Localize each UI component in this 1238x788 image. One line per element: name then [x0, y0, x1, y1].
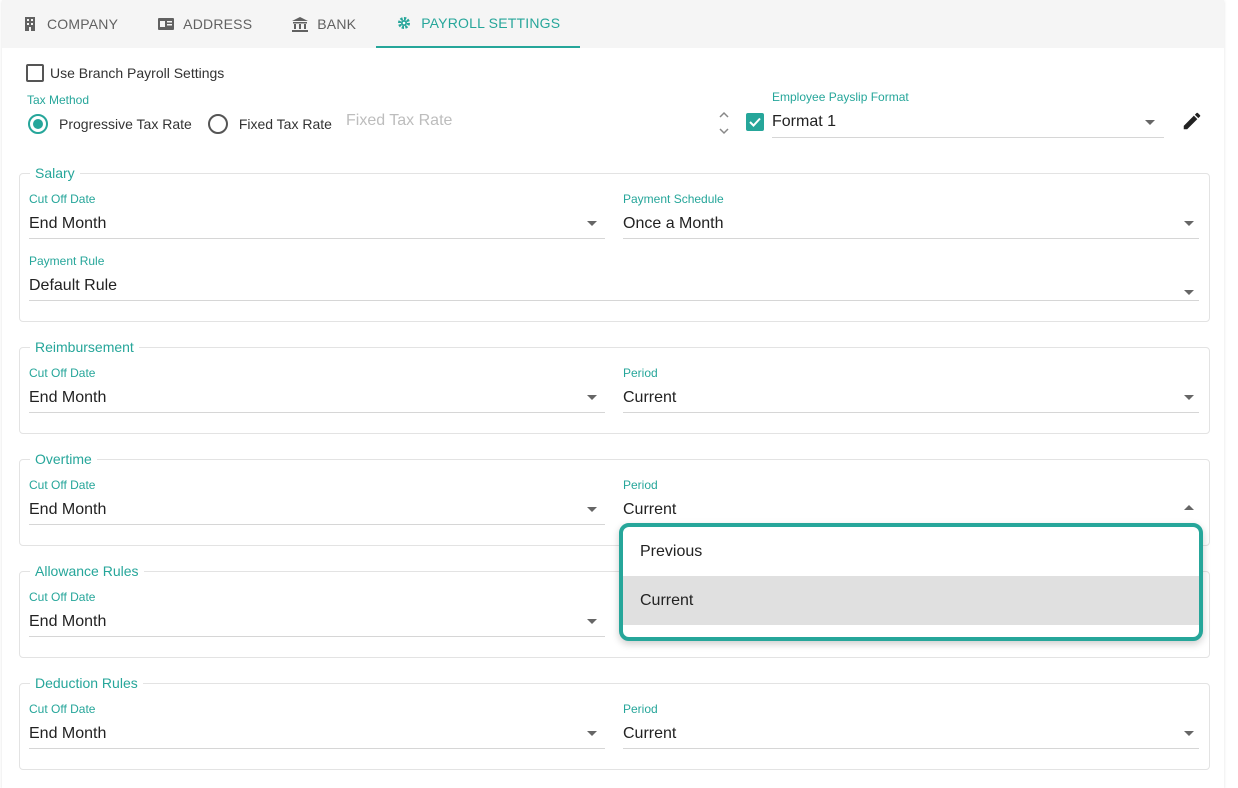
gear-icon	[396, 15, 412, 31]
tab-payroll-settings[interactable]: PAYROLL SETTINGS	[376, 0, 581, 48]
payslip-format-checkbox[interactable]	[746, 113, 764, 131]
reimbursement-section: Reimbursement Cut Off Date End Month Per…	[19, 339, 1210, 434]
tab-bar: COMPANY ADDRESS BANK PAYROLL SETTINGS	[2, 0, 1224, 48]
fixed-tax-rate-option[interactable]: Fixed Tax Rate	[207, 114, 332, 134]
deduction-rules-section: Deduction Rules Cut Off Date End Month P…	[19, 675, 1210, 770]
deduction-period-value: Current	[623, 725, 677, 742]
reimbursement-period-label: Period	[623, 366, 658, 380]
chevron-down-icon	[587, 221, 597, 226]
fixed-tax-rate-input[interactable]: Fixed Tax Rate	[346, 112, 734, 136]
bank-icon	[292, 16, 309, 32]
tab-bank[interactable]: BANK	[272, 0, 376, 48]
chevron-down-icon	[1184, 290, 1194, 295]
reimbursement-period-select[interactable]: Current	[623, 384, 1199, 413]
chevron-down-icon	[1145, 120, 1155, 125]
tab-address-label: ADDRESS	[183, 16, 253, 32]
overtime-period-value: Current	[623, 501, 677, 518]
dropdown-option-previous[interactable]: Previous	[623, 527, 1199, 576]
overtime-cutoff-value: End Month	[29, 501, 107, 518]
edit-pencil-icon[interactable]	[1181, 110, 1203, 132]
payslip-format-label: Employee Payslip Format	[772, 90, 909, 104]
tab-bank-label: BANK	[317, 16, 357, 32]
chevron-up-icon	[1184, 505, 1194, 510]
chevron-down-icon	[587, 395, 597, 400]
salary-section: Salary Cut Off Date End Month Payment Sc…	[19, 165, 1210, 322]
salary-schedule-label: Payment Schedule	[623, 192, 724, 206]
tab-payroll-settings-label: PAYROLL SETTINGS	[421, 15, 561, 31]
allowance-rules-title: Allowance Rules	[30, 563, 144, 579]
overtime-period-select[interactable]: Current	[623, 496, 1199, 525]
reimbursement-cutoff-select[interactable]: End Month	[29, 384, 605, 413]
deduction-cutoff-value: End Month	[29, 725, 107, 742]
tax-method-label: Tax Method	[27, 93, 90, 107]
dropdown-option-current[interactable]: Current	[623, 576, 1199, 625]
chevron-down-icon	[587, 731, 597, 736]
tab-company[interactable]: COMPANY	[2, 0, 138, 48]
building-icon	[22, 16, 38, 32]
payroll-settings-card: COMPANY ADDRESS BANK PAYROLL SETTINGS Us…	[2, 0, 1224, 788]
payment-schedule-select[interactable]: Once a Month	[623, 210, 1199, 239]
salary-cutoff-value: End Month	[29, 215, 107, 232]
overtime-period-label: Period	[623, 478, 658, 492]
use-branch-payroll-checkbox[interactable]: Use Branch Payroll Settings	[26, 64, 224, 82]
payment-rule-select[interactable]: Default Rule	[29, 272, 1199, 301]
check-icon	[749, 117, 761, 127]
progressive-tax-rate-option[interactable]: Progressive Tax Rate	[28, 114, 192, 134]
payslip-format-select[interactable]: Format 1	[772, 110, 1164, 138]
reimbursement-cutoff-label: Cut Off Date	[29, 366, 96, 380]
deduction-period-select[interactable]: Current	[623, 720, 1199, 749]
payslip-format-value: Format 1	[772, 113, 837, 130]
overtime-cutoff-select[interactable]: End Month	[29, 496, 605, 525]
payment-rule-value: Default Rule	[29, 277, 118, 294]
tab-company-label: COMPANY	[47, 16, 119, 32]
salary-cutoff-label: Cut Off Date	[29, 192, 96, 206]
overtime-cutoff-label: Cut Off Date	[29, 478, 96, 492]
spinner-arrows-icon	[719, 111, 729, 135]
salary-title: Salary	[30, 165, 80, 181]
payment-schedule-value: Once a Month	[623, 215, 724, 232]
reimbursement-title: Reimbursement	[30, 339, 139, 355]
use-branch-payroll-label: Use Branch Payroll Settings	[50, 65, 225, 81]
deduction-rules-title: Deduction Rules	[30, 675, 143, 691]
tax-method-radio-group: Progressive Tax Rate Fixed Tax Rate	[28, 114, 348, 134]
overtime-title: Overtime	[30, 451, 97, 467]
dropdown-option-label: Current	[640, 591, 694, 609]
chevron-down-icon	[587, 619, 597, 624]
fixed-tax-label: Fixed Tax Rate	[238, 116, 332, 132]
tab-address[interactable]: ADDRESS	[138, 0, 272, 48]
deduction-period-label: Period	[623, 702, 658, 716]
reimbursement-cutoff-value: End Month	[29, 389, 107, 406]
chevron-down-icon	[1184, 395, 1194, 400]
chevron-down-icon	[1184, 731, 1194, 736]
allowance-cutoff-select[interactable]: End Month	[29, 608, 605, 637]
id-card-icon	[158, 16, 175, 32]
chevron-down-icon	[587, 507, 597, 512]
fixed-tax-rate-placeholder: Fixed Tax Rate	[346, 112, 453, 129]
deduction-cutoff-label: Cut Off Date	[29, 702, 96, 716]
period-dropdown-menu: Previous Current	[619, 523, 1203, 641]
checkbox-box[interactable]	[26, 64, 44, 82]
allowance-cutoff-label: Cut Off Date	[29, 590, 96, 604]
allowance-cutoff-value: End Month	[29, 613, 107, 630]
reimbursement-period-value: Current	[623, 389, 677, 406]
deduction-cutoff-select[interactable]: End Month	[29, 720, 605, 749]
salary-cutoff-select[interactable]: End Month	[29, 210, 605, 239]
payment-rule-label: Payment Rule	[29, 254, 105, 268]
progressive-tax-label: Progressive Tax Rate	[59, 116, 192, 132]
fixed-tax-radio[interactable]	[207, 114, 228, 134]
progressive-tax-radio[interactable]	[28, 114, 48, 134]
number-spinner[interactable]	[717, 109, 731, 137]
chevron-down-icon	[1184, 221, 1194, 226]
dropdown-option-label: Previous	[640, 542, 703, 560]
